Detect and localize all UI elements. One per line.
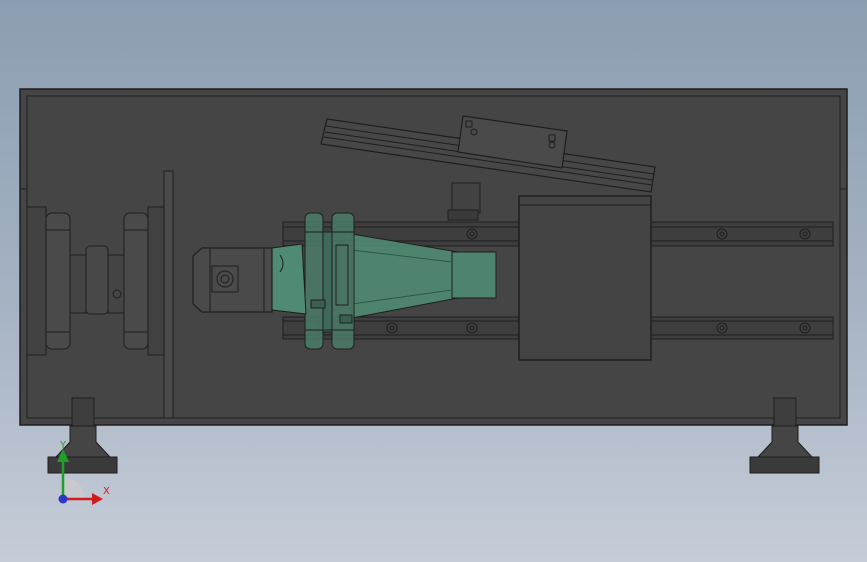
divider-plate[interactable] [163,170,174,419]
tool-holder-flange[interactable] [304,212,355,350]
collet-body[interactable] [192,247,273,313]
inclined-rail-post [447,182,481,221]
carriage-block[interactable] [518,195,652,361]
triad-y-label: Y [60,440,67,451]
cad-viewport[interactable] [0,0,867,562]
triad-x-label: X [103,486,110,497]
pull-stud-adapter [271,243,307,315]
